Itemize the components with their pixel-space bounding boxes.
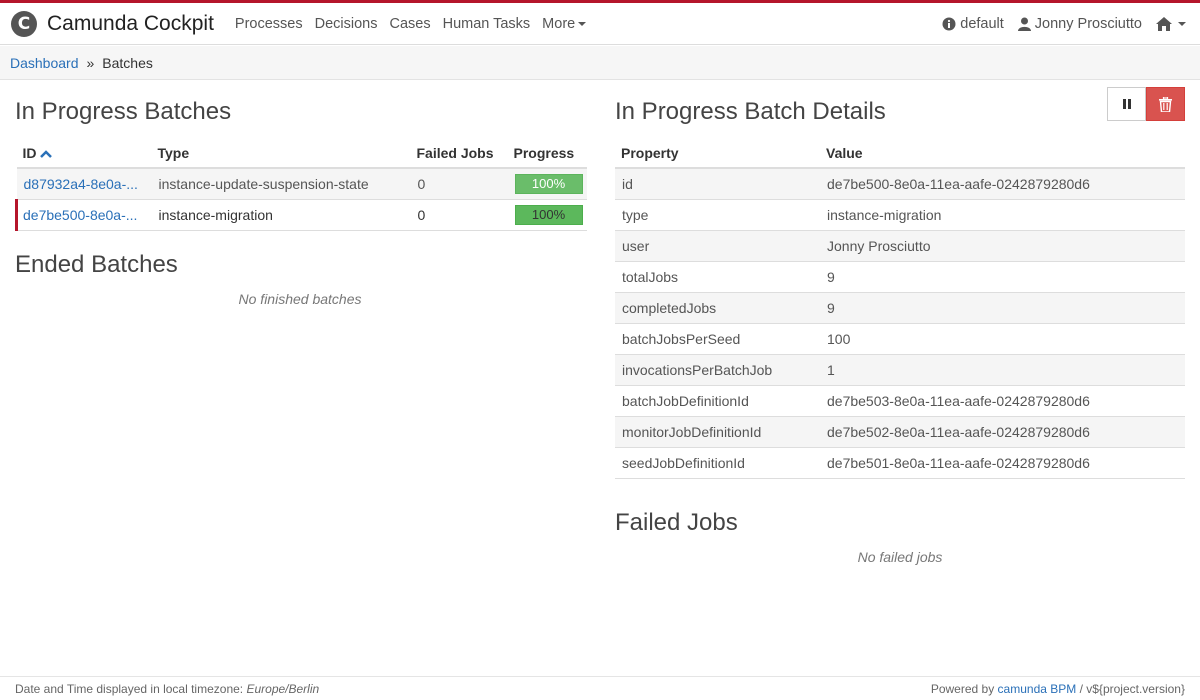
navbar: C Camunda Cockpit Processes Decisions Ca… [0, 3, 1200, 45]
caret-down-icon [1178, 22, 1186, 26]
property-value: de7be502-8e0a-11ea-aafe-0242879280d6 [820, 416, 1185, 448]
batch-details-table: Property Value id de7be500-8e0a-11ea-aafe… [615, 138, 1185, 479]
table-header-row: Property Value [615, 138, 1185, 169]
table-row: batchJobDefinitionId de7be503-8e0a-11ea-a… [615, 385, 1185, 417]
nav-more-label: More [542, 15, 576, 32]
table-row: completedJobs 9 [615, 292, 1185, 324]
table-header-row: ID Type Failed Jobs Progress [16, 138, 587, 169]
property-value: 9 [820, 261, 1185, 293]
column-header-value: Value [820, 138, 1185, 169]
caret-down-icon [578, 21, 587, 26]
batch-failed-jobs: 0 [410, 168, 508, 200]
table-row: totalJobs 9 [615, 261, 1185, 293]
property-name: seedJobDefinitionId [615, 447, 820, 479]
progress-bar: 100% [514, 173, 583, 194]
property-name: user [615, 230, 820, 262]
batch-type: instance-update-suspension-state [151, 168, 411, 200]
property-value: 100 [820, 323, 1185, 355]
table-row: batchJobsPerSeed 100 [615, 323, 1185, 355]
footer: Date and Time displayed in local timezon… [0, 676, 1200, 700]
user-icon [1017, 17, 1031, 31]
nav-more-dropdown[interactable]: More [542, 15, 587, 32]
table-row: invocationsPerBatchJob 1 [615, 354, 1185, 386]
nav-cases[interactable]: Cases [389, 16, 430, 32]
table-row[interactable]: d87932a4-8e0a-... instance-update-suspen… [16, 168, 587, 200]
batch-type: instance-migration [151, 199, 411, 231]
property-value: 1 [820, 354, 1185, 386]
camunda-logo-icon: C [11, 10, 37, 37]
property-name: batchJobDefinitionId [615, 385, 820, 417]
user-label: Jonny Prosciutto [1034, 16, 1142, 32]
property-value: de7be503-8e0a-11ea-aafe-0242879280d6 [820, 385, 1185, 417]
nav-decisions[interactable]: Decisions [315, 16, 378, 32]
table-row: id de7be500-8e0a-11ea-aafe-0242879280d6 [615, 168, 1185, 200]
in-progress-batches-title: In Progress Batches [15, 98, 232, 125]
column-header-type[interactable]: Type [151, 138, 411, 169]
breadcrumb: Dashboard » Batches [0, 46, 1200, 80]
failed-jobs-title: Failed Jobs [615, 508, 738, 536]
in-progress-batches-table: ID Type Failed Jobs Progress d87932a4-8e… [15, 138, 587, 231]
column-header-id-label: ID [22, 144, 37, 161]
property-value: Jonny Prosciutto [820, 230, 1185, 262]
property-name: invocationsPerBatchJob [615, 354, 820, 386]
no-finished-batches-text: No finished batches [238, 290, 362, 307]
property-name: completedJobs [615, 292, 820, 324]
version-text: / v${project.version} [1079, 681, 1185, 696]
property-name: monitorJobDefinitionId [615, 416, 820, 448]
brand-name: Camunda Cockpit [47, 11, 214, 35]
breadcrumb-dashboard[interactable]: Dashboard [10, 55, 79, 71]
engine-label: default [960, 16, 1004, 32]
right-column: In Progress Batch Details Property Value… [615, 98, 1185, 565]
table-row: user Jonny Prosciutto [615, 230, 1185, 262]
table-row: type instance-migration [615, 199, 1185, 231]
property-value: 9 [820, 292, 1185, 324]
brand[interactable]: C Camunda Cockpit [11, 3, 214, 45]
table-row: seedJobDefinitionId de7be501-8e0a-11ea-aa… [615, 447, 1185, 479]
property-name: type [615, 199, 820, 231]
info-circle-icon [942, 17, 956, 31]
nav-human-tasks[interactable]: Human Tasks [443, 16, 531, 32]
user-menu[interactable]: Jonny Prosciutto [1017, 16, 1142, 32]
camunda-bpm-link[interactable]: camunda BPM [998, 682, 1077, 696]
property-value: instance-migration [820, 199, 1185, 231]
nav-right: default Jonny Prosciutto [942, 3, 1200, 45]
batch-failed-jobs: 0 [410, 199, 508, 231]
timezone-prefix: Date and Time displayed in local timezon… [15, 681, 244, 696]
no-failed-jobs-text: No failed jobs [857, 548, 943, 565]
batch-id-link[interactable]: de7be500-8e0a-... [23, 207, 137, 223]
powered-prefix: Powered by [930, 681, 995, 696]
breadcrumb-current: Batches [102, 54, 153, 71]
table-row[interactable]: de7be500-8e0a-... instance-migration 0 1… [15, 199, 587, 231]
nav-processes[interactable]: Processes [235, 16, 303, 32]
timezone-info: Date and Time displayed in local timezon… [15, 682, 319, 696]
column-header-progress[interactable]: Progress [507, 138, 587, 169]
home-menu[interactable] [1156, 17, 1186, 31]
column-header-property: Property [615, 138, 820, 169]
progress-bar: 100% [514, 204, 583, 225]
engine-selector[interactable]: default [942, 16, 1004, 32]
table-row: monitorJobDefinitionId de7be502-8e0a-11ea… [615, 416, 1185, 448]
property-value: de7be501-8e0a-11ea-aafe-0242879280d6 [820, 447, 1185, 479]
property-name: id [615, 168, 820, 200]
left-column: In Progress Batches ID Type Failed Jobs … [15, 98, 587, 307]
powered-by: Powered by camunda BPM / v${project.vers… [931, 682, 1185, 696]
column-header-failed-jobs[interactable]: Failed Jobs [410, 138, 508, 169]
property-name: batchJobsPerSeed [615, 323, 820, 355]
property-name: totalJobs [615, 261, 820, 293]
property-value: de7be500-8e0a-11ea-aafe-0242879280d6 [820, 168, 1185, 200]
sort-ascending-icon [39, 149, 52, 158]
column-header-id[interactable]: ID [16, 138, 152, 169]
batch-id-link[interactable]: d87932a4-8e0a-... [24, 176, 138, 192]
ended-batches-title: Ended Batches [15, 250, 178, 278]
home-icon [1156, 17, 1172, 31]
nav-links: Processes Decisions Cases Human Tasks Mo… [235, 3, 598, 45]
timezone-value: Europe/Berlin [246, 681, 320, 696]
batch-details-title: In Progress Batch Details [615, 98, 886, 125]
breadcrumb-separator: » [86, 54, 95, 71]
